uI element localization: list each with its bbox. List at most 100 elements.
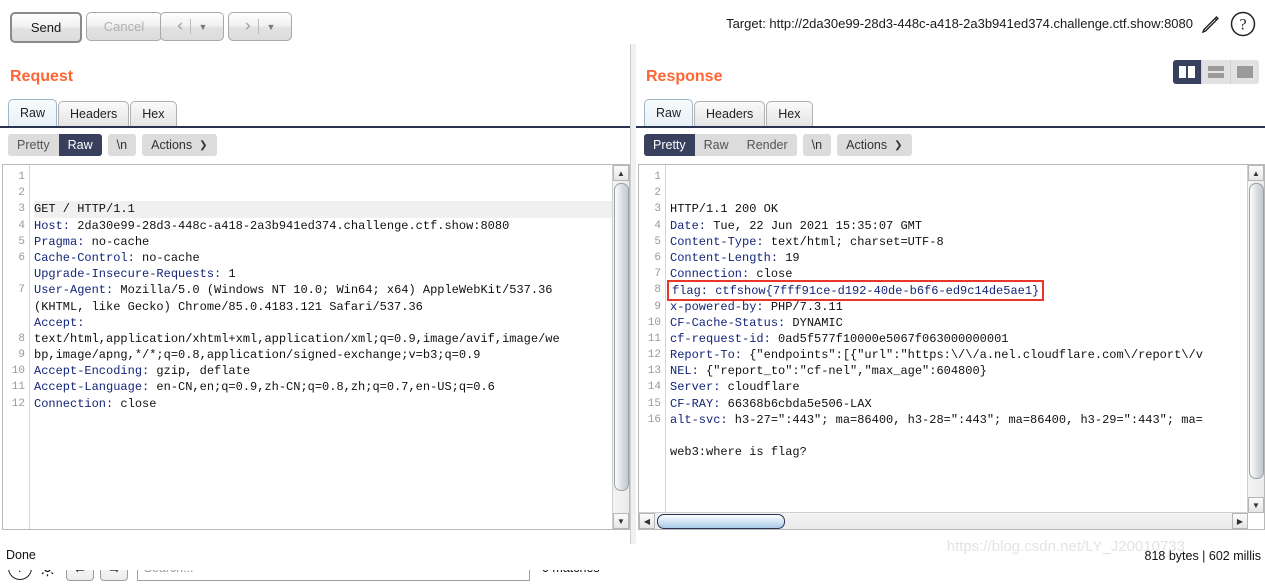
split-vertical-icon[interactable] bbox=[1173, 60, 1202, 84]
code-line[interactable] bbox=[34, 428, 629, 444]
line-text: {"report_to":"cf-nel","max_age":604800} bbox=[698, 364, 987, 379]
request-tab-headers[interactable]: Headers bbox=[58, 101, 130, 126]
response-pretty-button[interactable]: Pretty bbox=[644, 134, 695, 156]
line-text: 0ad5f577f10000e5067f063000000001 bbox=[770, 331, 1009, 346]
split-horizontal-icon[interactable] bbox=[1202, 60, 1231, 84]
line-number: 4 bbox=[654, 219, 661, 232]
code-line[interactable]: Server: cloudflare bbox=[670, 379, 1248, 395]
code-line[interactable]: Date: Tue, 22 Jun 2021 15:35:07 GMT bbox=[670, 218, 1248, 234]
response-newline-button[interactable]: \n bbox=[802, 134, 832, 156]
single-pane-icon[interactable] bbox=[1231, 60, 1259, 84]
code-line[interactable]: cf-request-id: 0ad5f577f10000e5067f06300… bbox=[670, 331, 1248, 347]
header-name: CF-Cache-Status: bbox=[670, 315, 786, 330]
code-line[interactable]: Content-Type: text/html; charset=UTF-8 bbox=[670, 234, 1248, 250]
request-line-number-gutter: 1 2 3 4 5 6 7 8 9 10 11 12 bbox=[3, 165, 30, 529]
request-actions-button[interactable]: Actions ❯ bbox=[142, 134, 217, 156]
code-line[interactable]: User-Agent: Mozilla/5.0 (Windows NT 10.0… bbox=[34, 282, 629, 298]
request-newline-button[interactable]: \n bbox=[107, 134, 137, 156]
response-tab-headers[interactable]: Headers bbox=[694, 101, 766, 126]
response-raw-button[interactable]: Raw bbox=[694, 134, 738, 156]
tab-label: Headers bbox=[70, 107, 118, 121]
code-line[interactable]: CF-Cache-Status: DYNAMIC bbox=[670, 315, 1248, 331]
code-line[interactable]: Connection: close bbox=[34, 396, 629, 412]
response-tab-raw[interactable]: Raw bbox=[644, 99, 694, 126]
forward-history-button[interactable]: › ▼ bbox=[228, 12, 292, 41]
code-line[interactable]: HTTP/1.1 200 OK bbox=[670, 201, 1248, 217]
code-line[interactable]: Cache-Control: no-cache bbox=[34, 250, 629, 266]
scroll-right-icon[interactable]: ▶ bbox=[1232, 513, 1248, 529]
request-scroll-thumb[interactable] bbox=[614, 183, 629, 491]
code-line[interactable] bbox=[34, 412, 629, 428]
code-line[interactable] bbox=[670, 428, 1248, 444]
code-line[interactable]: Accept-Language: en-CN,en;q=0.9,zh-CN;q=… bbox=[34, 379, 629, 395]
scroll-down-icon[interactable]: ▼ bbox=[1248, 497, 1264, 513]
line-text: GET / HTTP/1.1 bbox=[34, 202, 135, 217]
code-line[interactable]: (KHTML, like Gecko) Chrome/85.0.4183.121… bbox=[34, 299, 629, 315]
code-line[interactable]: NEL: {"report_to":"cf-nel","max_age":604… bbox=[670, 363, 1248, 379]
code-line[interactable]: Accept-Encoding: gzip, deflate bbox=[34, 363, 629, 379]
line-number: 7 bbox=[654, 268, 661, 281]
header-name: Accept-Encoding: bbox=[34, 364, 150, 379]
chevron-down-icon[interactable]: ▼ bbox=[198, 22, 207, 32]
scroll-up-icon[interactable]: ▲ bbox=[613, 165, 629, 181]
request-code-area[interactable]: GET / HTTP/1.1 Host: 2da30e99-28d3-448c-a… bbox=[30, 165, 629, 529]
response-tab-hex[interactable]: Hex bbox=[766, 101, 813, 126]
chevron-down-icon[interactable]: ▼ bbox=[266, 22, 275, 32]
request-tab-hex[interactable]: Hex bbox=[130, 101, 177, 126]
code-line[interactable]: Accept: bbox=[34, 315, 629, 331]
request-editor[interactable]: 1 2 3 4 5 6 7 8 9 10 11 12 GET / HTTP/1.1 Host: 2da3… bbox=[2, 164, 630, 530]
line-number: 6 bbox=[654, 251, 661, 264]
line-number: 3 bbox=[18, 203, 25, 216]
send-button[interactable]: Send bbox=[10, 12, 82, 43]
request-panel: Request Raw Headers Hex Pretty Raw \n Ac… bbox=[0, 44, 630, 581]
line-text: (KHTML, like Gecko) Chrome/85.0.4183.121… bbox=[34, 299, 423, 314]
line-text: text/html,application/xhtml+xml,applicat… bbox=[34, 331, 560, 346]
response-actions-button[interactable]: Actions ❯ bbox=[837, 134, 912, 156]
code-line[interactable]: alt-svc: h3-27=":443"; ma=86400, h3-28="… bbox=[670, 412, 1248, 428]
divider bbox=[258, 19, 260, 34]
scroll-down-icon[interactable]: ▼ bbox=[613, 513, 629, 529]
cancel-button-label: Cancel bbox=[103, 19, 145, 34]
flag-text: flag: ctfshow{7fff91ce-d192-40de-b6f6-ed… bbox=[672, 283, 1040, 298]
response-code-area[interactable]: HTTP/1.1 200 OK Date: Tue, 22 Jun 2021 15… bbox=[666, 165, 1248, 513]
cancel-button[interactable]: Cancel bbox=[86, 12, 162, 41]
code-line[interactable]: GET / HTTP/1.1 bbox=[34, 201, 629, 218]
response-scroll-thumb[interactable] bbox=[1249, 183, 1264, 479]
code-line[interactable]: bp,image/apng,*/*;q=0.8,application/sign… bbox=[34, 347, 629, 363]
request-pretty-button[interactable]: Pretty bbox=[8, 134, 59, 156]
response-horizontal-scrollbar[interactable]: ◀ ▶ bbox=[639, 512, 1248, 529]
line-number: 1 bbox=[654, 171, 661, 183]
code-line[interactable]: Host: 2da30e99-28d3-448c-a418-2a3b941ed3… bbox=[34, 218, 629, 234]
line-text: 2da30e99-28d3-448c-a418-2a3b941ed374.cha… bbox=[70, 218, 510, 233]
line-text: {"endpoints":[{"url":"https:\/\/a.nel.cl… bbox=[742, 348, 1203, 363]
code-line[interactable]: text/html,application/xhtml+xml,applicat… bbox=[34, 331, 629, 347]
tab-label: Hex bbox=[778, 107, 801, 121]
code-line[interactable]: CF-RAY: 66368b6cbda5e506-LAX bbox=[670, 396, 1248, 412]
response-render-button[interactable]: Render bbox=[737, 134, 797, 156]
request-raw-button[interactable]: Raw bbox=[58, 134, 102, 156]
request-vertical-scrollbar[interactable]: ▲ ▼ bbox=[612, 165, 629, 529]
line-text: gzip, deflate bbox=[149, 364, 251, 379]
response-hscroll-thumb[interactable] bbox=[657, 514, 785, 529]
pencil-icon[interactable] bbox=[1199, 12, 1223, 36]
layout-toggle-group bbox=[1173, 60, 1259, 84]
response-editor[interactable]: 1 2 3 4 5 6 7 8 9 10 11 12 13 14 15 16 HTTP/1.1 200 OK D… bbox=[638, 164, 1265, 530]
request-tab-raw[interactable]: Raw bbox=[8, 99, 58, 126]
icon-glyph bbox=[1179, 66, 1195, 78]
scroll-left-icon[interactable]: ◀ bbox=[639, 513, 655, 529]
response-line-number-gutter: 1 2 3 4 5 6 7 8 9 10 11 12 13 14 15 16 bbox=[639, 165, 666, 529]
back-history-button[interactable]: ‹ ▼ bbox=[160, 12, 224, 41]
code-line[interactable]: Report-To: {"endpoints":[{"url":"https:\… bbox=[670, 347, 1248, 363]
line-text: PHP/7.3.11 bbox=[763, 299, 843, 314]
code-line[interactable]: Upgrade-Insecure-Requests: 1 bbox=[34, 266, 629, 282]
line-number: 12 bbox=[647, 349, 661, 362]
help-icon[interactable]: ? bbox=[1229, 10, 1257, 38]
scroll-up-icon[interactable]: ▲ bbox=[1248, 165, 1264, 181]
code-line[interactable]: Pragma: no-cache bbox=[34, 234, 629, 250]
code-line[interactable]: flag: ctfshow{7fff91ce-d192-40de-b6f6-ed… bbox=[667, 280, 1248, 302]
code-line[interactable]: x-powered-by: PHP/7.3.11 bbox=[670, 299, 1248, 315]
request-panel-title: Request bbox=[10, 68, 74, 85]
code-line[interactable]: Content-Length: 19 bbox=[670, 250, 1248, 266]
code-line[interactable]: web3:where is flag? bbox=[670, 444, 1248, 460]
response-vertical-scrollbar[interactable]: ▲ ▼ bbox=[1247, 165, 1264, 513]
